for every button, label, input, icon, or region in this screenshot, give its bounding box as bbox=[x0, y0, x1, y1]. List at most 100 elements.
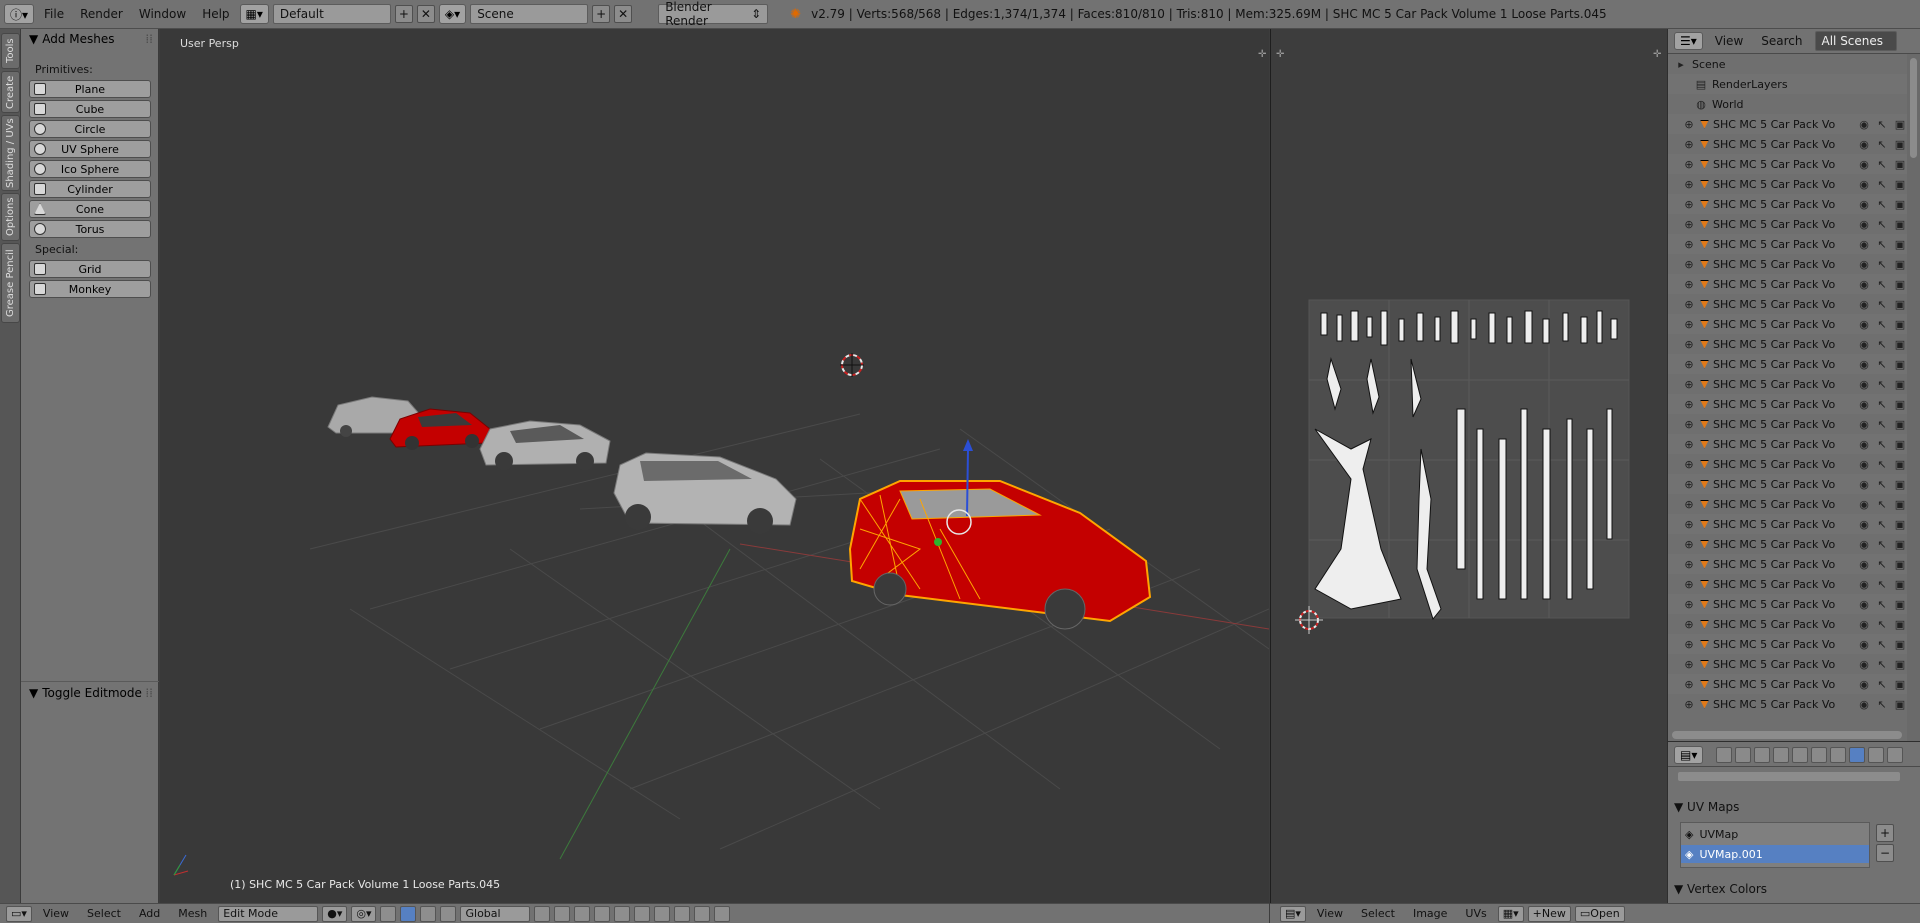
expand-icon[interactable]: ⊕ bbox=[1682, 117, 1696, 131]
eye-icon[interactable]: ◉ bbox=[1857, 377, 1871, 391]
select-menu[interactable]: Select bbox=[80, 907, 128, 920]
scale-manipulator-icon[interactable] bbox=[440, 905, 457, 922]
cursor-select-icon[interactable]: ↖ bbox=[1875, 597, 1889, 611]
menu-window[interactable]: Window bbox=[133, 4, 192, 24]
texture-context-icon[interactable] bbox=[1887, 747, 1903, 763]
outliner-object-row[interactable]: ⊕ SHC MC 5 Car Pack Vo ◉ ↖ ▣ bbox=[1668, 234, 1908, 254]
object-context-icon[interactable] bbox=[1792, 747, 1808, 763]
cursor-select-icon[interactable]: ↖ bbox=[1875, 617, 1889, 631]
cursor-select-icon[interactable]: ↖ bbox=[1875, 697, 1889, 711]
outliner-object-row[interactable]: ⊕ SHC MC 5 Car Pack Vo ◉ ↖ ▣ bbox=[1668, 154, 1908, 174]
snap-toggle-icon[interactable] bbox=[634, 905, 651, 922]
render-toggle-icon[interactable]: ▣ bbox=[1893, 417, 1907, 431]
3d-cursor-icon[interactable] bbox=[840, 353, 864, 377]
eye-icon[interactable]: ◉ bbox=[1857, 297, 1871, 311]
eye-icon[interactable]: ◉ bbox=[1857, 137, 1871, 151]
outliner-object-row[interactable]: ⊕ SHC MC 5 Car Pack Vo ◉ ↖ ▣ bbox=[1668, 194, 1908, 214]
scene-icon[interactable]: ◈▾ bbox=[438, 4, 467, 24]
monkey-button[interactable]: Monkey bbox=[29, 280, 151, 298]
outliner-object-row[interactable]: ⊕ SHC MC 5 Car Pack Vo ◉ ↖ ▣ bbox=[1668, 294, 1908, 314]
expand-icon[interactable]: ⊕ bbox=[1682, 457, 1696, 471]
outliner-object-row[interactable]: ⊕ SHC MC 5 Car Pack Vo ◉ ↖ ▣ bbox=[1668, 374, 1908, 394]
new-image-button[interactable]: + New bbox=[1527, 905, 1571, 922]
cursor-select-icon[interactable]: ↖ bbox=[1875, 537, 1889, 551]
menu-help[interactable]: Help bbox=[196, 4, 235, 24]
vertex-select-icon[interactable] bbox=[534, 905, 551, 922]
render-toggle-icon[interactable]: ▣ bbox=[1893, 317, 1907, 331]
scrollbar-thumb[interactable] bbox=[1910, 58, 1917, 158]
cube-button[interactable]: Cube bbox=[29, 100, 151, 118]
render-toggle-icon[interactable]: ▣ bbox=[1893, 377, 1907, 391]
outliner-object-row[interactable]: ⊕ SHC MC 5 Car Pack Vo ◉ ↖ ▣ bbox=[1668, 314, 1908, 334]
outliner-object-row[interactable]: ⊕ SHC MC 5 Car Pack Vo ◉ ↖ ▣ bbox=[1668, 114, 1908, 134]
outliner-renderlayers-row[interactable]: ▤ RenderLayers bbox=[1668, 74, 1908, 94]
render-toggle-icon[interactable]: ▣ bbox=[1893, 677, 1907, 691]
eye-icon[interactable]: ◉ bbox=[1857, 257, 1871, 271]
render-toggle-icon[interactable]: ▣ bbox=[1893, 497, 1907, 511]
area-split-icon[interactable]: ✛ bbox=[1276, 49, 1284, 60]
cursor-select-icon[interactable]: ↖ bbox=[1875, 657, 1889, 671]
cursor-select-icon[interactable]: ↖ bbox=[1875, 117, 1889, 131]
cursor-select-icon[interactable]: ↖ bbox=[1875, 457, 1889, 471]
expand-icon[interactable]: ⊕ bbox=[1682, 217, 1696, 231]
cone-button[interactable]: Cone bbox=[29, 200, 151, 218]
uv-map-item-selected[interactable]: ◈ UVMap.001 bbox=[1681, 845, 1869, 863]
outliner-object-row[interactable]: ⊕ SHC MC 5 Car Pack Vo ◉ ↖ ▣ bbox=[1668, 334, 1908, 354]
render-toggle-icon[interactable]: ▣ bbox=[1893, 197, 1907, 211]
translate-manipulator-icon[interactable] bbox=[400, 905, 417, 922]
cursor-select-icon[interactable]: ↖ bbox=[1875, 137, 1889, 151]
render-toggle-icon[interactable]: ▣ bbox=[1893, 597, 1907, 611]
grid-button[interactable]: Grid bbox=[29, 260, 151, 278]
expand-icon[interactable]: ⊕ bbox=[1682, 357, 1696, 371]
render-engine-dropdown[interactable]: Blender Render ⇕ bbox=[658, 0, 769, 28]
eye-icon[interactable]: ◉ bbox=[1857, 577, 1871, 591]
tab-shading-uvs[interactable]: Shading / UVs bbox=[1, 115, 20, 191]
render-toggle-icon[interactable]: ▣ bbox=[1893, 297, 1907, 311]
uv-image-editor[interactable]: ✛ ✛ bbox=[1270, 29, 1665, 903]
render-toggle-icon[interactable]: ▣ bbox=[1893, 437, 1907, 451]
outliner-view-menu[interactable]: View bbox=[1709, 31, 1749, 51]
uv-maps-panel-header[interactable]: ▼ UV Maps bbox=[1674, 800, 1739, 814]
eye-icon[interactable]: ◉ bbox=[1857, 417, 1871, 431]
eye-icon[interactable]: ◉ bbox=[1857, 617, 1871, 631]
eye-icon[interactable]: ◉ bbox=[1857, 237, 1871, 251]
render-toggle-icon[interactable]: ▣ bbox=[1893, 697, 1907, 711]
remove-uv-map-button[interactable]: − bbox=[1876, 844, 1894, 862]
material-context-icon[interactable] bbox=[1868, 747, 1884, 763]
opengl-animation-icon[interactable] bbox=[714, 905, 731, 922]
render-toggle-icon[interactable]: ▣ bbox=[1893, 277, 1907, 291]
eye-icon[interactable]: ◉ bbox=[1857, 677, 1871, 691]
expand-icon[interactable]: ⊕ bbox=[1682, 157, 1696, 171]
torus-button[interactable]: Torus bbox=[29, 220, 151, 238]
3d-editor-type-button[interactable]: ▭▾ bbox=[6, 905, 32, 922]
area-split-icon[interactable]: ✛ bbox=[1653, 49, 1661, 60]
outliner-object-row[interactable]: ⊕ SHC MC 5 Car Pack Vo ◉ ↖ ▣ bbox=[1668, 134, 1908, 154]
render-toggle-icon[interactable]: ▣ bbox=[1893, 177, 1907, 191]
car-gray-middle[interactable] bbox=[479, 420, 611, 470]
uv-sphere-button[interactable]: UV Sphere bbox=[29, 140, 151, 158]
vertex-colors-panel-header[interactable]: ▼ Vertex Colors bbox=[1674, 882, 1767, 896]
outliner-search-menu[interactable]: Search bbox=[1755, 31, 1808, 51]
outliner-object-row[interactable]: ⊕ SHC MC 5 Car Pack Vo ◉ ↖ ▣ bbox=[1668, 354, 1908, 374]
outliner-scene-row[interactable]: ▸ Scene bbox=[1668, 54, 1908, 74]
proportional-edit-icon[interactable] bbox=[614, 905, 631, 922]
eye-icon[interactable]: ◉ bbox=[1857, 437, 1871, 451]
cursor-select-icon[interactable]: ↖ bbox=[1875, 437, 1889, 451]
modifiers-context-icon[interactable] bbox=[1830, 747, 1846, 763]
render-toggle-icon[interactable]: ▣ bbox=[1893, 457, 1907, 471]
uv-uvs-menu[interactable]: UVs bbox=[1458, 907, 1493, 920]
add-uv-map-button[interactable]: + bbox=[1876, 824, 1894, 842]
eye-icon[interactable]: ◉ bbox=[1857, 517, 1871, 531]
tab-grease-pencil[interactable]: Grease Pencil bbox=[1, 243, 20, 323]
expand-icon[interactable]: ⊕ bbox=[1682, 577, 1696, 591]
expand-icon[interactable]: ⊕ bbox=[1682, 397, 1696, 411]
eye-icon[interactable]: ◉ bbox=[1857, 637, 1871, 651]
expand-icon[interactable]: ⊕ bbox=[1682, 277, 1696, 291]
expand-icon[interactable]: ⊕ bbox=[1682, 297, 1696, 311]
expand-icon[interactable]: ⊕ bbox=[1682, 497, 1696, 511]
limit-selection-icon[interactable] bbox=[594, 905, 611, 922]
scene-context-icon[interactable] bbox=[1754, 747, 1770, 763]
circle-button[interactable]: Circle bbox=[29, 120, 151, 138]
properties-editor-type-button[interactable]: ▤▾ bbox=[1674, 746, 1704, 764]
expand-icon[interactable]: ⊕ bbox=[1682, 637, 1696, 651]
